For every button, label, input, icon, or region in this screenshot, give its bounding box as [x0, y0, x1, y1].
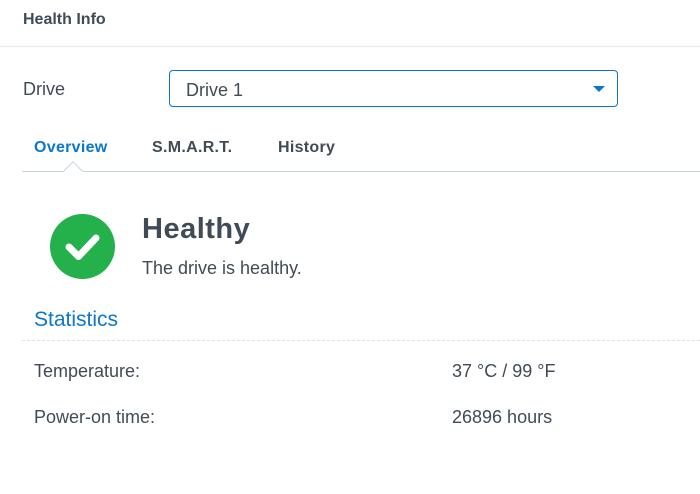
drive-select[interactable]: Drive 1 [169, 70, 618, 107]
stat-value: 26896 hours [452, 407, 553, 427]
window-title: Health Info [23, 11, 106, 28]
tab-smart[interactable]: S.M.A.R.T. [152, 139, 232, 157]
chevron-down-icon [593, 86, 605, 92]
title-divider [0, 46, 700, 47]
tab-bar: Overview S.M.A.R.T. History [22, 136, 700, 172]
statistics-divider [22, 340, 700, 341]
check-circle-icon [50, 214, 115, 279]
statistics-heading: Statistics [34, 308, 119, 331]
health-info-window: Health Info Drive Drive 1 Overview S.M.A… [0, 0, 700, 494]
drive-label: Drive [23, 79, 66, 99]
status-title: Healthy [142, 213, 251, 245]
tabs-divider [22, 171, 700, 172]
drive-select-value: Drive 1 [186, 80, 244, 100]
tab-overview[interactable]: Overview [34, 139, 108, 157]
stat-label: Temperature: [34, 361, 141, 381]
status-description: The drive is healthy. [142, 258, 302, 278]
stat-label: Power-on time: [34, 407, 156, 427]
tab-history[interactable]: History [278, 139, 335, 157]
stat-value: 37 °C / 99 °F [452, 361, 556, 381]
